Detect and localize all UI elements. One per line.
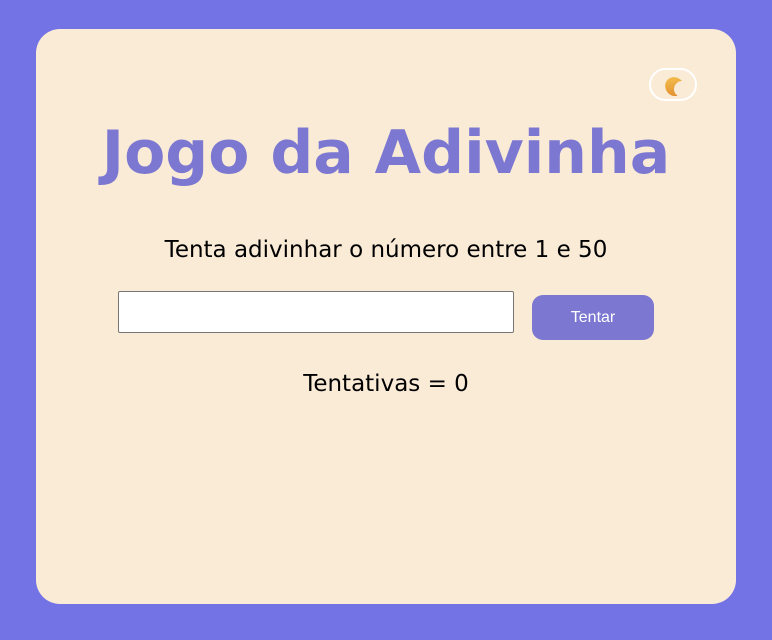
page-title: Jogo da Adivinha (101, 118, 671, 188)
crescent-moon-icon (662, 74, 684, 96)
instruction-text: Tenta adivinhar o número entre 1 e 50 (164, 237, 608, 263)
try-button[interactable]: Tentar (532, 295, 654, 340)
attempts-counter: Tentativas = 0 (303, 371, 469, 397)
guess-input[interactable] (118, 291, 514, 333)
game-card: Jogo da Adivinha Tenta adivinhar o númer… (36, 29, 736, 604)
theme-toggle-button[interactable] (649, 68, 697, 101)
